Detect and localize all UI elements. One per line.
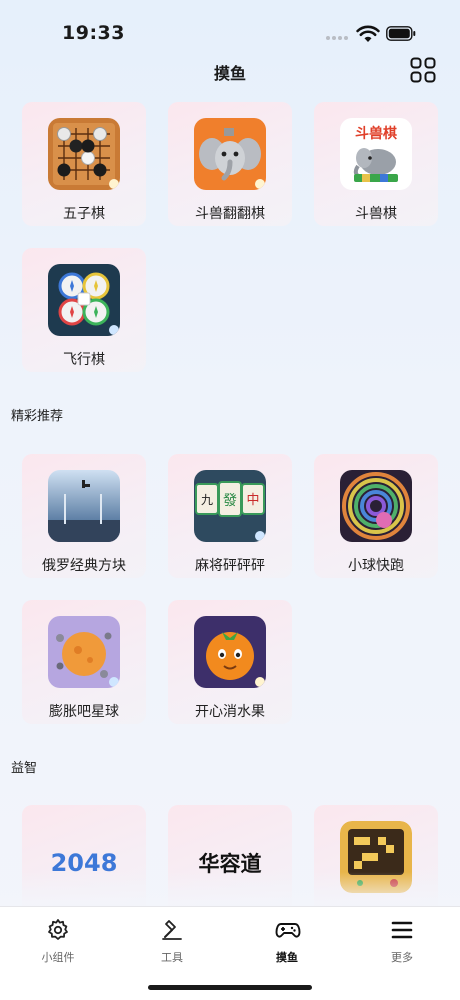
icon-text: 斗兽棋 [355,125,397,142]
menu-icon [391,921,413,939]
game-card-animal-chess[interactable]: 斗兽棋 斗兽棋 [314,102,438,226]
ball-run-icon [340,470,412,542]
game-label: 飞行棋 [63,352,105,368]
game-label: 麻将砰砰砰 [195,558,265,574]
game-card-mahjong[interactable]: 九 發 中 麻将砰砰砰 [168,454,292,578]
animal-chess-icon: 斗兽棋 [340,118,412,190]
tile-text: 中 [246,493,259,508]
game-label: 俄罗经典方块 [42,558,126,574]
tab-more[interactable]: 更多 [362,907,442,977]
game-label: 斗兽翻翻棋 [195,206,265,222]
game-label: 五子棋 [63,206,105,222]
elephant-icon [194,118,266,190]
hammer-icon [162,920,182,940]
scroll-fade [0,872,460,906]
ludo-icon [48,264,120,336]
game-card-fruit-match[interactable]: 开心消水果 [168,600,292,724]
gomoku-icon [48,118,120,190]
tab-tools[interactable]: 工具 [132,907,212,977]
tab-label: 小组件 [41,951,75,964]
tetris-icon [48,470,120,542]
tab-label: 工具 [161,951,183,964]
mahjong-icon: 九 發 中 [194,470,266,542]
status-time: 19:33 [62,22,125,44]
tile-text: 發 [223,493,237,509]
game-card-expand-planet[interactable]: 膨胀吧星球 [22,600,146,724]
tab-label: 更多 [391,951,413,964]
gear-icon [48,919,68,940]
tab-slack-off[interactable]: 摸鱼 [247,907,327,977]
grid-view-button[interactable] [410,57,436,83]
orange-icon [194,616,266,688]
status-bar: 19:33 [0,0,460,60]
section-title-featured: 精彩推荐 [11,409,64,424]
tab-label: 摸鱼 [276,951,298,964]
game-label: 小球快跑 [348,558,404,574]
section-title-puzzle: 益智 [11,761,38,776]
page-title: 摸鱼 [213,64,246,83]
game-card-ludo[interactable]: 飞行棋 [22,248,146,372]
game-card-ball-run[interactable]: 小球快跑 [314,454,438,578]
planet-icon [48,616,120,688]
tab-widgets[interactable]: 小组件 [18,907,98,977]
wifi-icon [356,25,380,42]
game-label: 开心消水果 [195,704,265,720]
game-label: 斗兽棋 [355,206,397,222]
nav-bar: 摸鱼 [0,52,460,88]
game-card-gomoku[interactable]: 五子棋 [22,102,146,226]
gamepad-icon [275,923,301,938]
tile-text: 九 [201,493,213,507]
game-card-tetris[interactable]: 俄罗经典方块 [22,454,146,578]
home-indicator [148,985,312,990]
cellular-signal-icon [326,36,352,42]
game-card-animal-flip-chess[interactable]: 斗兽翻翻棋 [168,102,292,226]
battery-icon [386,26,416,41]
game-label: 膨胀吧星球 [49,704,119,720]
